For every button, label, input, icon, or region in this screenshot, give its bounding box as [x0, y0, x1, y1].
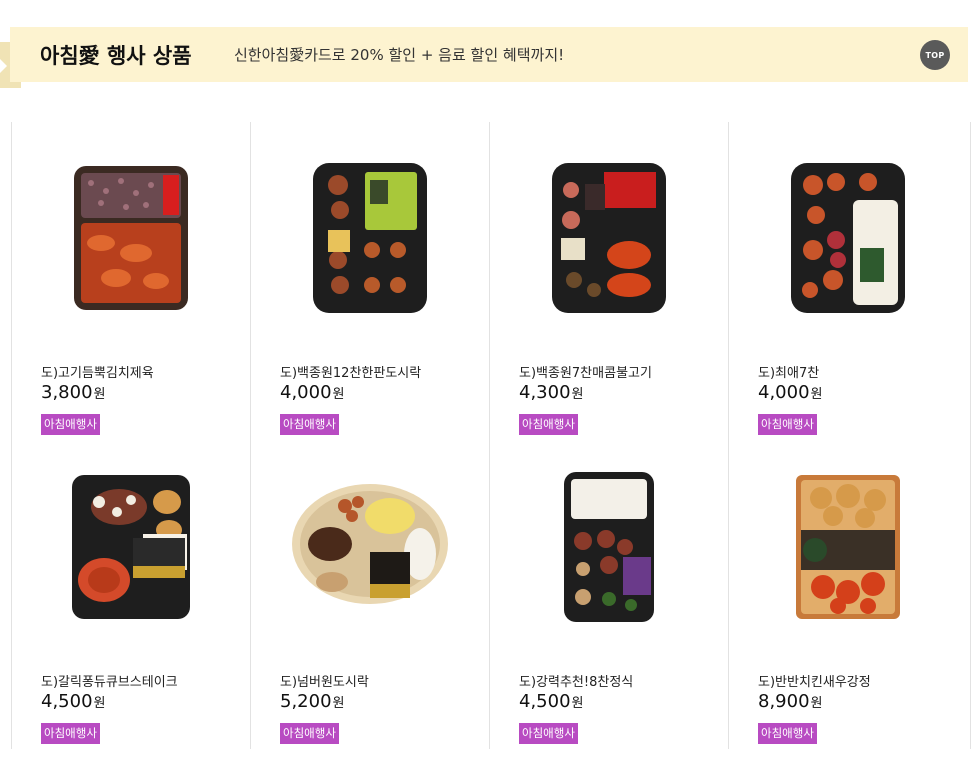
- product-card[interactable]: 도)백종원12찬한판도시락 4,000원 아침애행사: [251, 148, 490, 458]
- product-image[interactable]: [280, 148, 460, 328]
- product-card[interactable]: 도)고기듬뿍김치제육 3,800원 아침애행사: [12, 148, 251, 458]
- product-name[interactable]: 도)갈릭퐁듀큐브스테이크: [41, 671, 178, 690]
- product-image[interactable]: [519, 148, 699, 328]
- product-price: 5,200원: [280, 691, 345, 712]
- product-image[interactable]: [519, 457, 699, 637]
- product-name[interactable]: 도)넘버원도시락: [280, 671, 369, 690]
- banner-tab-arrow-icon: [0, 59, 7, 73]
- product-image[interactable]: [280, 457, 460, 637]
- product-price: 8,900원: [758, 691, 823, 712]
- promo-banner: 아침愛 행사 상품 신한아침愛카드로 20% 할인 + 음료 할인 혜택까지! …: [10, 27, 968, 82]
- product-card[interactable]: 도)갈릭퐁듀큐브스테이크 4,500원 아침애행사: [12, 457, 251, 767]
- event-badge: 아침애행사: [758, 414, 817, 435]
- event-badge: 아침애행사: [758, 723, 817, 744]
- product-price: 3,800원: [41, 382, 106, 403]
- product-card[interactable]: 도)반반치킨새우강정 8,900원 아침애행사: [729, 457, 968, 767]
- product-price: 4,500원: [519, 691, 584, 712]
- event-badge: 아침애행사: [519, 723, 578, 744]
- product-card[interactable]: 도)강력추천!8찬정식 4,500원 아침애행사: [490, 457, 729, 767]
- banner-subtitle: 신한아침愛카드로 20% 할인 + 음료 할인 혜택까지!: [234, 46, 565, 64]
- product-name[interactable]: 도)반반치킨새우강정: [758, 671, 871, 690]
- product-card[interactable]: 도)백종원7찬매콤불고기 4,300원 아침애행사: [490, 148, 729, 458]
- event-badge: 아침애행사: [519, 414, 578, 435]
- product-name[interactable]: 도)고기듬뿍김치제육: [41, 362, 154, 381]
- product-image[interactable]: [41, 457, 221, 637]
- product-card[interactable]: 도)최애7찬 4,000원 아침애행사: [729, 148, 968, 458]
- event-badge: 아침애행사: [41, 723, 100, 744]
- product-price: 4,000원: [758, 382, 823, 403]
- event-badge: 아침애행사: [280, 414, 339, 435]
- product-grid: 도)고기듬뿍김치제육 3,800원 아침애행사 도)백종원12찬한판도시락 4,…: [11, 122, 971, 749]
- product-image[interactable]: [758, 457, 938, 637]
- product-name[interactable]: 도)백종원12찬한판도시락: [280, 362, 421, 381]
- product-name[interactable]: 도)백종원7찬매콤불고기: [519, 362, 652, 381]
- event-badge: 아침애행사: [280, 723, 339, 744]
- product-name[interactable]: 도)최애7찬: [758, 362, 819, 381]
- scroll-top-button[interactable]: TOP: [920, 40, 950, 70]
- banner-title: 아침愛 행사 상품: [40, 44, 192, 68]
- product-card[interactable]: 도)넘버원도시락 5,200원 아침애행사: [251, 457, 490, 767]
- product-price: 4,300원: [519, 382, 584, 403]
- product-image[interactable]: [41, 148, 221, 328]
- product-price: 4,000원: [280, 382, 345, 403]
- event-badge: 아침애행사: [41, 414, 100, 435]
- product-name[interactable]: 도)강력추천!8찬정식: [519, 671, 633, 690]
- product-price: 4,500원: [41, 691, 106, 712]
- product-image[interactable]: [758, 148, 938, 328]
